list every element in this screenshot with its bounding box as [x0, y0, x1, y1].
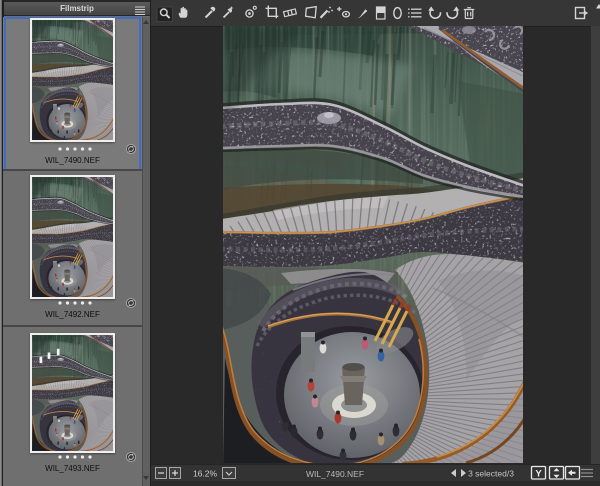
- svg-text:3 selected/3: 3 selected/3: [468, 469, 514, 479]
- svg-text:16.2%: 16.2%: [193, 469, 218, 479]
- svg-text:Y: Y: [535, 469, 542, 480]
- svg-text:WIL_7490.NEF: WIL_7490.NEF: [306, 469, 364, 479]
